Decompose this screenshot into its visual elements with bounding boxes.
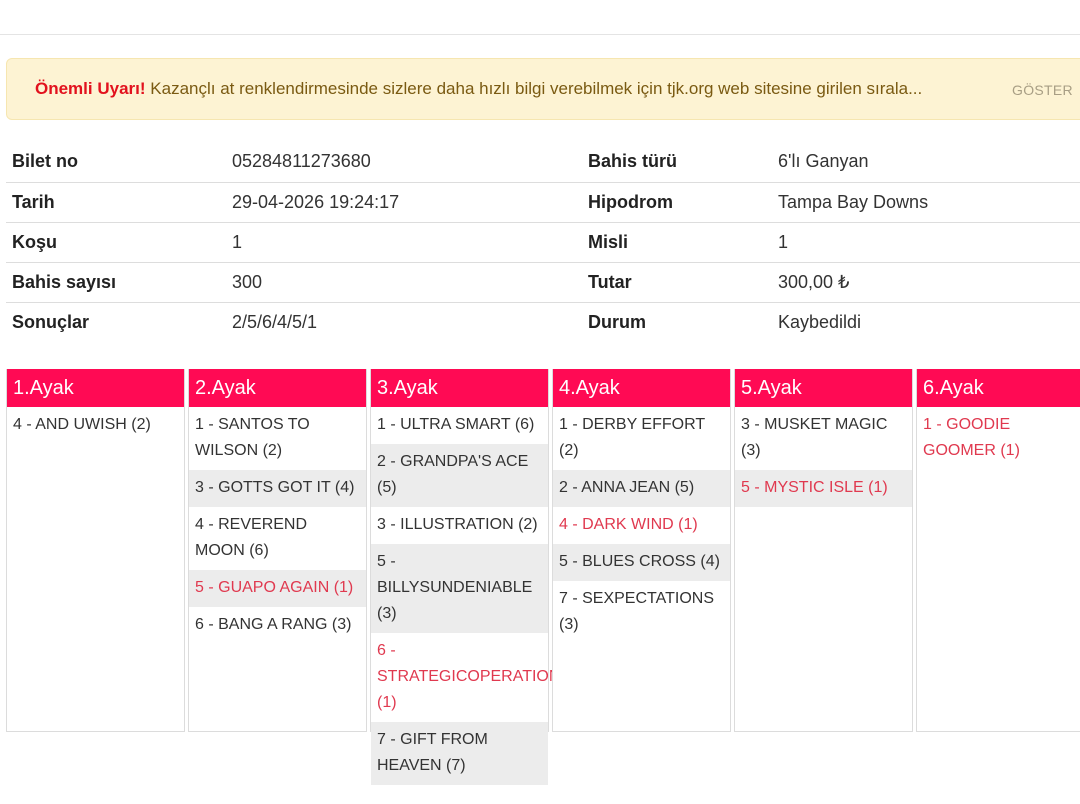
- top-bar: [0, 0, 1080, 35]
- show-button[interactable]: GÖSTER: [1012, 82, 1073, 98]
- leg-header: 6.Ayak: [917, 369, 1080, 407]
- info-value: 1: [226, 222, 582, 263]
- runner-item: 5 - BLUES CROSS (4): [553, 544, 730, 581]
- runner-item: 1 - DERBY EFFORT (2): [559, 416, 705, 459]
- runner-item: 4 - AND UWISH (2): [13, 416, 151, 433]
- info-value: 29-04-2026 19:24:17: [226, 182, 582, 223]
- leg-header: 4.Ayak: [553, 369, 730, 407]
- runner-winner: 1 - GOODIE GOOMER (1): [923, 416, 1020, 459]
- info-value: 6'lı Ganyan: [772, 142, 1080, 183]
- leg-column: 3.Ayak 1 - ULTRA SMART (6) 2 - GRANDPA'S A…: [370, 369, 561, 785]
- ticket-info-row: Koşu 1 Misli 1: [6, 222, 1080, 263]
- leg-header: 5.Ayak: [735, 369, 912, 407]
- info-label: Bahis sayısı: [6, 262, 226, 303]
- leg-header: 1.Ayak: [7, 369, 184, 407]
- runner-item: 3 - GOTTS GOT IT (4): [189, 470, 366, 507]
- runner-item: 3 - MUSKET MAGIC (3): [741, 416, 888, 459]
- runner-winner: 5 - GUAPO AGAIN (1): [189, 570, 366, 607]
- info-label: Bahis türü: [582, 142, 772, 183]
- info-value: 300: [226, 262, 582, 303]
- info-label: Durum: [588, 311, 646, 332]
- leg-header: 3.Ayak: [371, 369, 548, 407]
- info-value: 1: [772, 222, 1080, 263]
- leg-header: 2.Ayak: [189, 369, 366, 407]
- info-value: Kaybedildi: [778, 311, 862, 332]
- info-label: Misli: [582, 222, 772, 263]
- runner-item: 2 - GRANDPA'S ACE (5): [371, 444, 548, 507]
- info-value: Tampa Bay Downs: [772, 182, 1080, 223]
- info-label: Bilet no: [6, 142, 226, 183]
- leg-column: 1.Ayak 4 - AND UWISH (2): [6, 369, 185, 732]
- info-label: Tarih: [6, 182, 226, 223]
- info-label: Sonuçlar: [12, 311, 90, 332]
- runner-winner: 4 - DARK WIND (1): [559, 516, 698, 533]
- runner-winner: 6 - STRATEGICOPERATION (1): [377, 642, 561, 711]
- runner-item: 4 - REVEREND MOON (6): [195, 516, 308, 559]
- info-value: 2/5/6/4/5/1: [232, 311, 318, 332]
- alert-title: Önemli Uyarı!: [35, 79, 146, 98]
- runner-item: 7 - SEXPECTATIONS (3): [559, 590, 714, 633]
- runner-item: 5 - BILLYSUNDENIABLE (3): [371, 544, 548, 633]
- leg-column: 6.Ayak 1 - GOODIE GOOMER (1): [916, 369, 1080, 732]
- info-label: Hipodrom: [582, 182, 772, 223]
- ticket-info-row: Bahis sayısı 300 Tutar 300,00 ₺: [6, 262, 1080, 303]
- leg-column: 4.Ayak 1 - DERBY EFFORT (2) 2 - ANNA JEAN …: [552, 369, 731, 732]
- important-alert: Önemli Uyarı! Kazançlı at renklendirmesi…: [6, 58, 1080, 120]
- runner-item: 6 - BANG A RANG (3): [195, 616, 352, 633]
- ticket-info-row: Tarih 29-04-2026 19:24:17 Hipodrom Tampa Ba…: [6, 182, 1080, 223]
- runner-item: 1 - SANTOS TO WILSON (2): [195, 416, 310, 459]
- runner-item: 3 - ILLUSTRATION (2): [377, 516, 538, 533]
- ticket-info-table: Bilet no 05284811273680 Bahis türü 6'lı Gan…: [6, 142, 1080, 342]
- runner-winner: 5 - MYSTIC ISLE (1): [735, 470, 912, 507]
- runner-item: 7 - GIFT FROM HEAVEN (7): [371, 722, 548, 785]
- runner-item: 2 - ANNA JEAN (5): [553, 470, 730, 507]
- leg-column: 5.Ayak 3 - MUSKET MAGIC (3) 5 - MYSTIC ISL…: [734, 369, 913, 732]
- info-label: Tutar: [582, 262, 772, 303]
- ticket-info-row: Sonuçlar 2/5/6/4/5/1 Durum Kaybedildi: [6, 302, 1080, 342]
- info-value: 300,00 ₺: [772, 262, 1080, 303]
- legs-grid: 1.Ayak 4 - AND UWISH (2) 2.Ayak 1 - SANTOS …: [6, 369, 1080, 785]
- info-label: Koşu: [6, 222, 226, 263]
- runner-item: 1 - ULTRA SMART (6): [377, 416, 535, 433]
- alert-text: Kazançlı at renklendirmesinde sizlere da…: [150, 79, 923, 98]
- info-value: 05284811273680: [226, 142, 582, 183]
- leg-column: 2.Ayak 1 - SANTOS TO WILSON (2) 3 - GOTTS …: [188, 369, 367, 732]
- alert-message: Önemli Uyarı! Kazançlı at renklendirmesi…: [35, 79, 922, 99]
- ticket-info-row: Bilet no 05284811273680 Bahis türü 6'lı Gan…: [6, 142, 1080, 183]
